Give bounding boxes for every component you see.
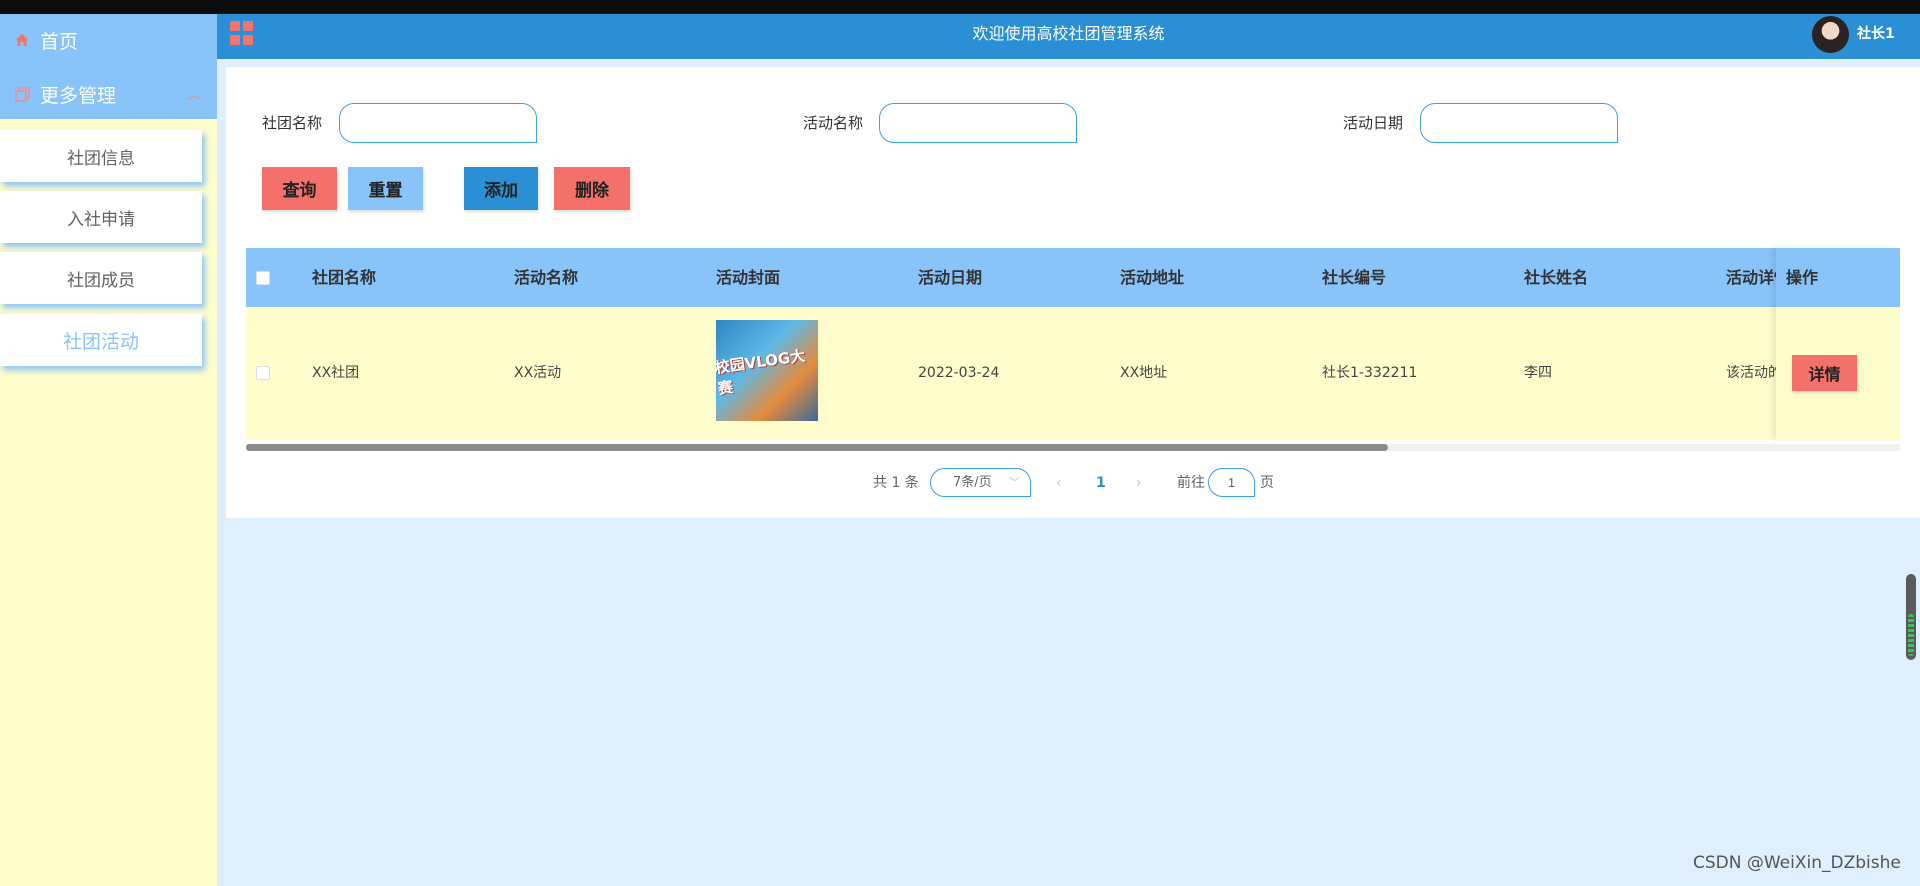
cell-activity-name: XX活动 [514, 365, 562, 381]
sidebar-more-label: 更多管理 [40, 84, 117, 107]
reset-button[interactable]: 重置 [348, 167, 423, 210]
column-header-activity-cover[interactable]: 活动封面 [716, 248, 780, 307]
column-header-activity-address[interactable]: 活动地址 [1120, 248, 1184, 307]
query-button[interactable]: 查询 [262, 167, 337, 210]
goto-prefix-label: 前往 [1177, 475, 1205, 491]
pagination-total: 共 1 条 [873, 475, 919, 491]
avatar[interactable] [1812, 16, 1849, 53]
sidebar-item-home[interactable]: 首页 [12, 22, 78, 58]
cell-leader-id: 社长1-332211 [1322, 365, 1418, 381]
page-title: 欢迎使用高校社团管理系统 [972, 24, 1165, 43]
window-top-strip [0, 0, 1920, 14]
home-icon [12, 30, 32, 50]
next-page-icon[interactable]: › [1136, 468, 1142, 498]
cell-activity-date: 2022-03-24 [918, 365, 1000, 381]
column-header-activity-detail[interactable]: 活动详情 [1726, 248, 1776, 307]
column-header-leader-id[interactable]: 社长编号 [1322, 248, 1386, 307]
watermark: CSDN @WeiXin_DZbishe [1693, 853, 1901, 873]
sidebar-item-label: 社团信息 [67, 148, 135, 169]
sidebar-item-club-members[interactable]: 社团成员 [0, 252, 202, 304]
main-panel: 社团名称 活动名称 活动日期 查询 重置 添加 删除 社团名称 活动名称 活动封… [226, 67, 1920, 518]
activity-date-input[interactable] [1420, 103, 1618, 143]
prev-page-icon[interactable]: ‹ [1056, 468, 1062, 498]
top-header: 欢迎使用高校社团管理系统 社长1 [217, 14, 1920, 59]
table-header: 社团名称 活动名称 活动封面 活动日期 活动地址 社长编号 社长姓名 [246, 248, 1900, 307]
cell-leader-name: 李四 [1524, 365, 1552, 381]
activity-name-label: 活动名称 [803, 114, 864, 132]
operation-cell: 详情 [1776, 307, 1900, 440]
row-checkbox[interactable] [256, 366, 270, 380]
page-size-value: 7条/页 [953, 475, 992, 490]
column-header-leader-name[interactable]: 社长姓名 [1524, 248, 1588, 307]
sidebar-header: 首页 更多管理 ︿ [0, 14, 217, 119]
horizontal-scrollbar-thumb[interactable] [246, 444, 1388, 451]
operation-column: 操作 详情 [1776, 248, 1900, 440]
goto-page-input[interactable] [1208, 468, 1255, 497]
club-name-input[interactable] [339, 103, 537, 143]
column-header-operation: 操作 [1776, 248, 1900, 307]
select-all-checkbox[interactable] [256, 271, 270, 285]
add-button[interactable]: 添加 [464, 167, 538, 210]
sidebar-item-label: 社团活动 [62, 330, 139, 353]
activity-date-label: 活动日期 [1343, 114, 1404, 132]
copy-icon [12, 84, 32, 104]
column-header-club-name[interactable]: 社团名称 [312, 248, 376, 307]
cell-activity-address: XX地址 [1120, 365, 1168, 381]
goto-suffix-label: 页 [1260, 475, 1274, 491]
chevron-down-icon: ﹀ [1009, 476, 1020, 489]
activity-table: 社团名称 活动名称 活动封面 活动日期 活动地址 社长编号 社长姓名 XX社团 … [246, 248, 1900, 451]
detail-button[interactable]: 详情 [1792, 355, 1857, 391]
column-header-activity-date[interactable]: 活动日期 [918, 248, 982, 307]
sidebar: 首页 更多管理 ︿ 社团信息 入社申请 社团成员 社团活动 [0, 14, 217, 886]
sidebar-item-label: 入社申请 [67, 209, 135, 230]
cell-activity-detail: 该活动的 [1726, 365, 1776, 381]
sidebar-item-club-activities[interactable]: 社团活动 [0, 314, 202, 366]
cover-image-text: 校园VLOG大赛 [713, 346, 807, 398]
vertical-scrollbar[interactable] [1906, 574, 1916, 660]
page-size-select[interactable]: 7条/页 ﹀ [930, 468, 1031, 497]
sidebar-item-club-info[interactable]: 社团信息 [0, 130, 202, 182]
user-name[interactable]: 社长1 [1857, 14, 1895, 54]
column-header-activity-name[interactable]: 活动名称 [514, 248, 578, 307]
club-name-label: 社团名称 [262, 114, 323, 132]
chevron-up-icon[interactable]: ︿ [188, 84, 202, 104]
delete-button[interactable]: 删除 [554, 167, 630, 210]
sidebar-item-more-management[interactable]: 更多管理 ︿ [12, 76, 202, 112]
sidebar-item-label: 社团成员 [67, 270, 135, 291]
sidebar-home-label: 首页 [40, 30, 79, 53]
activity-name-input[interactable] [879, 103, 1077, 143]
cell-club-name: XX社团 [312, 365, 360, 381]
activity-cover-image[interactable]: 校园VLOG大赛 [713, 320, 818, 421]
current-page-number[interactable]: 1 [1096, 468, 1106, 498]
table-row[interactable]: XX社团 XX活动 校园VLOG大赛 2022-03-24 XX地址 社长1-3… [246, 307, 1900, 440]
detail-column: 活动详情 该活动的 [1724, 248, 1776, 440]
scrollbar-grip [1908, 614, 1914, 656]
sidebar-item-join-application[interactable]: 入社申请 [0, 191, 202, 243]
